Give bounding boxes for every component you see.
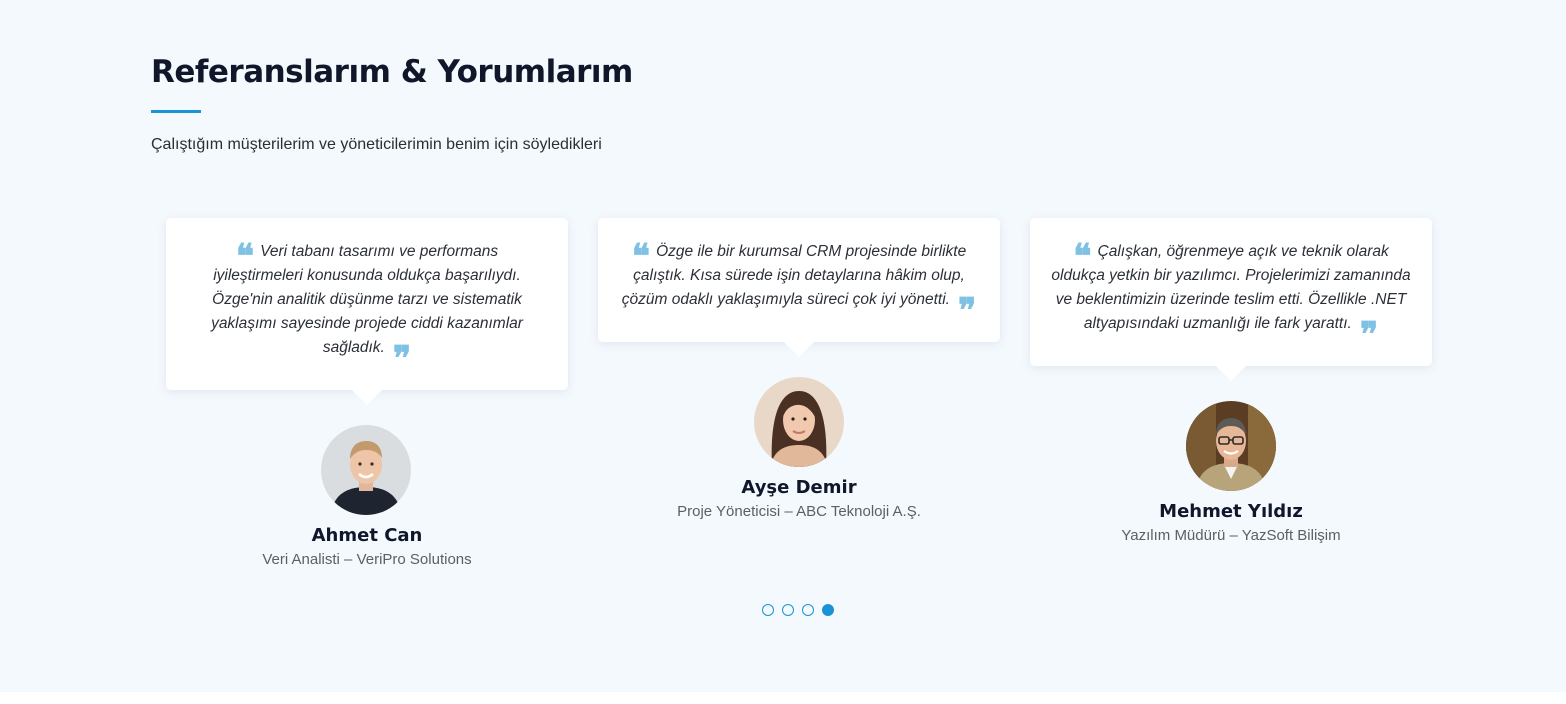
testimonial-card: ❝ Veri tabanı tasarımı ve performans iyil… bbox=[166, 218, 568, 405]
man-glasses-photo-icon bbox=[1186, 401, 1276, 491]
section-subtitle: Çalıştığım müşterilerim ve yöneticilerim… bbox=[151, 136, 602, 153]
person-name: Mehmet Yıldız bbox=[1159, 501, 1303, 522]
person-name: Ahmet Can bbox=[311, 525, 423, 546]
avatar bbox=[1186, 401, 1276, 491]
quote-close-icon: ❞ bbox=[392, 339, 412, 379]
quote-open-icon: ❝ bbox=[1073, 237, 1092, 277]
testimonial-quote: ❝ Özge ile bir kurumsal CRM projesinde bi… bbox=[618, 237, 980, 331]
carousel-dot-1[interactable] bbox=[762, 604, 774, 616]
carousel-dot-4[interactable] bbox=[822, 604, 834, 616]
quote-text: Veri tabanı tasarımı ve performans iyile… bbox=[211, 243, 523, 356]
quote-close-icon: ❞ bbox=[1359, 315, 1379, 355]
testimonials-section: Referanslarım & Yorumlarım Çalıştığım mü… bbox=[0, 0, 1566, 692]
carousel-pagination bbox=[762, 604, 834, 618]
section-title: Referanslarım & Yorumlarım bbox=[151, 54, 633, 90]
person-role: Veri Analisti – VeriPro Solutions bbox=[262, 551, 472, 568]
avatar bbox=[321, 425, 411, 515]
avatar bbox=[754, 377, 844, 467]
testimonial-card: ❝ Özge ile bir kurumsal CRM projesinde bi… bbox=[598, 218, 1000, 357]
carousel-dot-2[interactable] bbox=[782, 604, 794, 616]
testimonial-card: ❝ Çalışkan, öğrenmeye açık ve teknik olar… bbox=[1030, 218, 1432, 381]
person-name: Ayşe Demir bbox=[741, 477, 857, 498]
testimonial-quote: ❝ Veri tabanı tasarımı ve performans iyil… bbox=[206, 237, 528, 379]
woman-photo-icon bbox=[754, 377, 844, 467]
quote-text: Özge ile bir kurumsal CRM projesinde bir… bbox=[621, 243, 967, 308]
quote-close-icon: ❞ bbox=[957, 291, 977, 331]
quote-open-icon: ❝ bbox=[631, 237, 651, 277]
quote-text: Çalışkan, öğrenmeye açık ve teknik olara… bbox=[1051, 243, 1411, 332]
title-underline bbox=[151, 110, 201, 113]
testimonial-quote: ❝ Çalışkan, öğrenmeye açık ve teknik olar… bbox=[1050, 237, 1412, 355]
man-photo-icon bbox=[321, 425, 411, 515]
person-role: Proje Yöneticisi – ABC Teknoloji A.Ş. bbox=[677, 503, 921, 520]
carousel-dot-3[interactable] bbox=[802, 604, 814, 616]
person-role: Yazılım Müdürü – YazSoft Bilişim bbox=[1121, 527, 1341, 544]
quote-open-icon: ❝ bbox=[235, 237, 255, 277]
